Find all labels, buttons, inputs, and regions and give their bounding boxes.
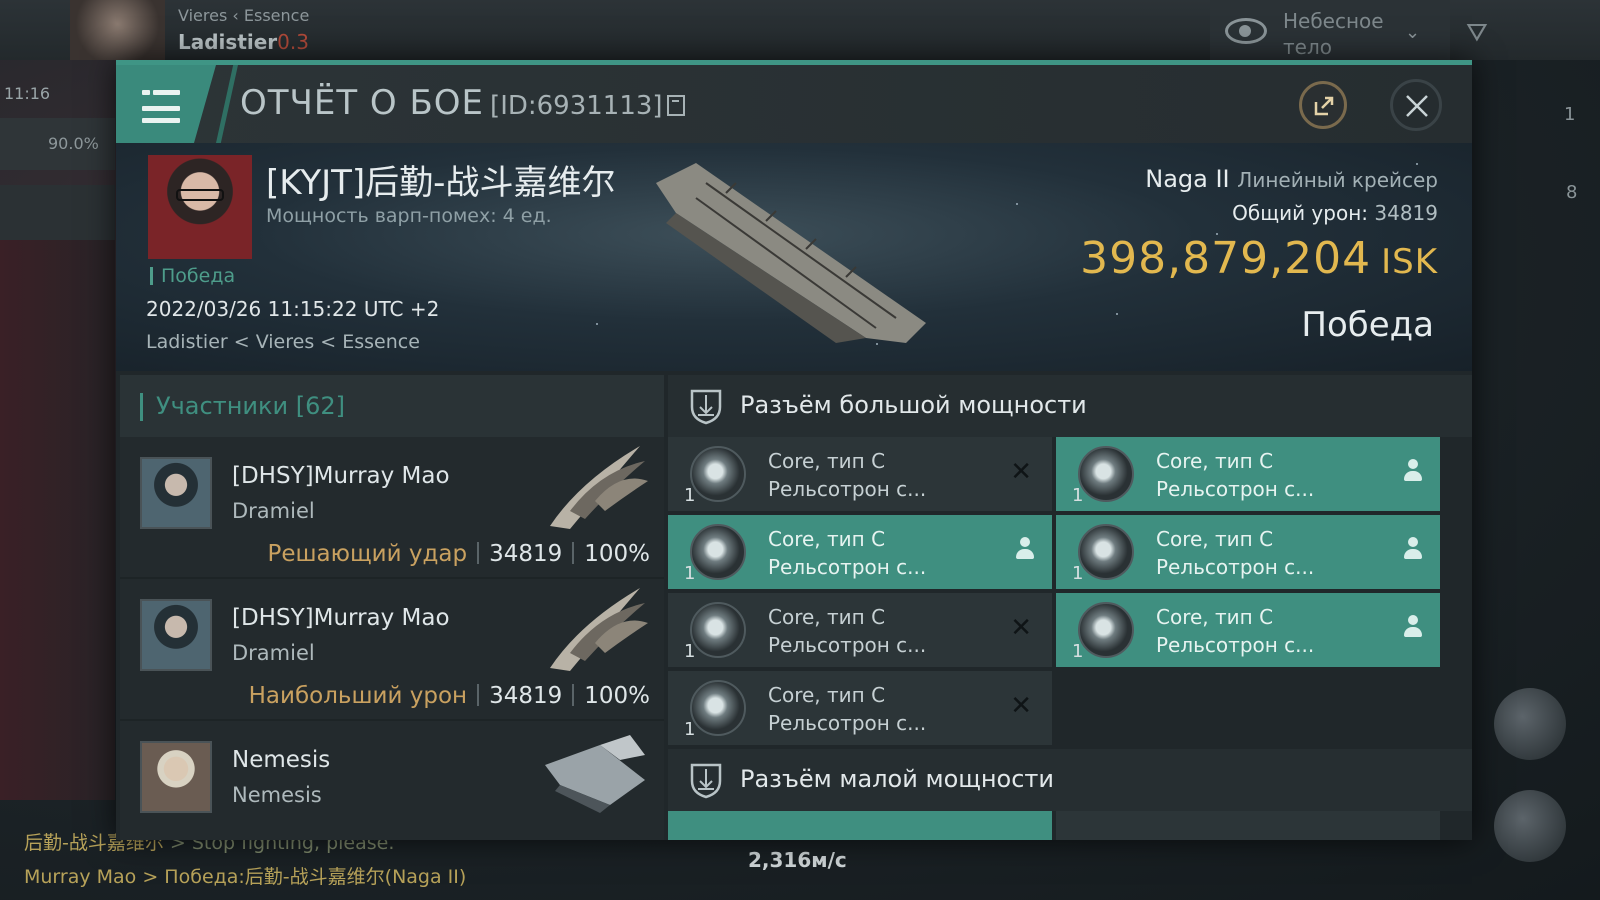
avatar[interactable]: [140, 599, 212, 671]
railgun-icon: [690, 602, 746, 658]
battle-datetime: 2022/03/26 11:15:22 UTC +2: [146, 297, 440, 321]
participants-list[interactable]: Участники [62] [DHSY]Murray Mao Dramiel …: [120, 375, 664, 840]
avatar[interactable]: [140, 741, 212, 813]
high-slot-icon: [690, 389, 722, 425]
dropped-icon: [1402, 537, 1424, 563]
eye-icon: [1225, 18, 1267, 44]
participant-ship: Nemesis: [232, 783, 322, 807]
participant-name: Nemesis: [232, 747, 331, 773]
railgun-icon: [1078, 602, 1134, 658]
victim-name[interactable]: [KYJT]后勤-战斗嘉维尔: [266, 155, 615, 204]
high-slot-header: Разъём большой мощности: [668, 375, 1472, 437]
high-slot-grid: 1 Core, тип C Рельсотрон с... ✕ 1 Core, …: [668, 437, 1472, 747]
ship-icon: [550, 446, 648, 529]
copy-icon[interactable]: [666, 95, 685, 116]
railgun-icon: [690, 446, 746, 502]
victim-banner: [KYJT]后勤-战斗嘉维尔 Мощность варп-помех: 4 ед…: [116, 143, 1472, 371]
local-panel: [0, 240, 115, 800]
dropped-icon: [1402, 615, 1424, 641]
participant-ship: Dramiel: [232, 499, 315, 523]
participant-ship: Dramiel: [232, 641, 315, 665]
module-slot[interactable]: 1 Core, тип C Рельсотрон с...: [668, 515, 1052, 589]
railgun-icon: [1078, 524, 1134, 580]
modal-header: ОТЧЁТ О БОЕ [ID:6931113]: [116, 65, 1472, 143]
module-slot[interactable]: [1056, 811, 1440, 840]
celestial-label: Небесное тело: [1283, 9, 1384, 59]
player-portrait[interactable]: [70, 0, 165, 60]
module-slot[interactable]: [668, 811, 1052, 840]
railgun-icon: [690, 680, 746, 736]
participant-row[interactable]: [DHSY]Murray Mao Dramiel Наибольший урон…: [120, 579, 664, 721]
module-slot[interactable]: 1 Core, тип C Рельсотрон с...: [1056, 515, 1440, 589]
dropped-icon: [1402, 459, 1424, 485]
current-system[interactable]: Ladistier0.3: [178, 30, 309, 54]
location-path: Vieres ‹ Essence: [178, 6, 310, 25]
chevron-down-icon[interactable]: ⌄: [1405, 22, 1420, 43]
ship-icon: [545, 735, 645, 813]
dropped-icon: [1014, 537, 1036, 563]
participant-row[interactable]: Nemesis Nemesis: [120, 721, 664, 840]
menu-edge: [216, 65, 238, 143]
fitting-slots: Разъём большой мощности 1 Core, тип C Ре…: [668, 375, 1472, 840]
hamburger-icon: [142, 87, 180, 130]
speed-readout: 2,316м/с: [748, 848, 847, 872]
close-button[interactable]: [1390, 79, 1442, 131]
module-slot[interactable]: 1 Core, тип C Рельсотрон с...: [1056, 437, 1440, 511]
menu-button[interactable]: [116, 65, 216, 143]
low-slot-icon: [690, 763, 722, 799]
filter-icon[interactable]: ⛛: [1466, 18, 1488, 49]
avatar[interactable]: [140, 457, 212, 529]
module-slot[interactable]: 1 Core, тип C Рельсотрон с... ✕: [668, 437, 1052, 511]
victim-ship-image[interactable]: [636, 153, 936, 353]
close-icon: [1406, 95, 1428, 117]
battle-location[interactable]: Ladistier < Vieres < Essence: [146, 331, 420, 353]
participant-name: [DHSY]Murray Mao: [232, 605, 450, 631]
railgun-icon: [690, 524, 746, 580]
share-icon: [1314, 96, 1334, 116]
ship-icon: [550, 588, 648, 671]
module-button[interactable]: [1494, 790, 1566, 862]
result-label: Победа: [1301, 305, 1434, 345]
total-damage: Общий урон: 34819: [1232, 201, 1438, 225]
battle-report-dialog: ОТЧЁТ О БОЕ [ID:6931113] [KYJT]后勤-战斗嘉维尔 М…: [116, 60, 1472, 840]
overview-count: 8: [1566, 182, 1578, 203]
share-button[interactable]: [1299, 81, 1347, 129]
result-tag: Победа: [150, 267, 235, 286]
module-slot[interactable]: 1 Core, тип C Рельсотрон с...: [1056, 593, 1440, 667]
railgun-icon: [1078, 446, 1134, 502]
participant-row[interactable]: [DHSY]Murray Mao Dramiel Решающий удар 34…: [120, 437, 664, 579]
overview-count: 1: [1564, 104, 1576, 125]
destroyed-icon: ✕: [1010, 613, 1032, 643]
participant-stats: Решающий удар 34819 100%: [267, 541, 650, 567]
low-slot-header: Разъём малой мощности: [668, 749, 1472, 811]
victim-ship: Naga II Линейный крейсер: [1145, 165, 1438, 193]
participant-stats: Наибольший урон 34819 100%: [248, 683, 650, 709]
module-slot[interactable]: 1 Core, тип C Рельсотрон с... ✕: [668, 593, 1052, 667]
warp-strength: Мощность варп-помех: 4 ед.: [266, 205, 552, 227]
module-button[interactable]: [1494, 688, 1566, 760]
nav-buttons[interactable]: [0, 185, 115, 240]
victim-portrait[interactable]: [148, 155, 252, 259]
clock: 11:16: [4, 84, 51, 103]
cargo-indicator[interactable]: 90.0%: [0, 118, 115, 170]
participants-header: Участники [62]: [120, 375, 664, 437]
report-title: ОТЧЁТ О БОЕ [ID:6931113]: [240, 83, 685, 123]
destroyed-icon: ✕: [1010, 691, 1032, 721]
report-id: [ID:6931113]: [490, 91, 663, 121]
destroyed-icon: ✕: [1010, 457, 1032, 487]
isk-value: 398,879,204 ISK: [1080, 233, 1438, 284]
participant-name: [DHSY]Murray Mao: [232, 463, 450, 489]
module-slot[interactable]: 1 Core, тип C Рельсотрон с... ✕: [668, 671, 1052, 745]
